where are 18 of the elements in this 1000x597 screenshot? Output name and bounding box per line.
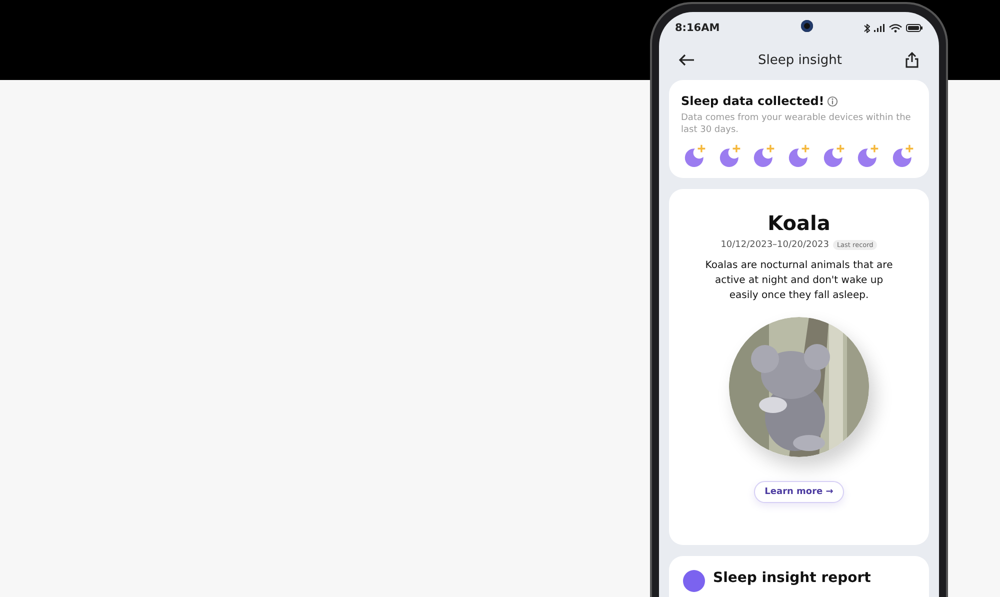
info-icon[interactable] — [827, 96, 838, 106]
signal-icon — [874, 24, 885, 32]
wifi-icon — [889, 24, 902, 32]
card-title: Sleep data collected! — [681, 94, 824, 108]
bluetooth-icon — [864, 24, 870, 32]
animal-description: Koalas are nocturnal animals that are active at night and don't wake up easily once they fall asleep. — [704, 259, 894, 304]
status-time: 8:16AM — [675, 22, 720, 34]
back-icon[interactable] — [679, 54, 695, 66]
date-range: 10/12/2023–10/20/2023 — [720, 240, 829, 250]
report-icon — [683, 570, 705, 592]
camera-icon — [801, 20, 813, 32]
share-icon[interactable] — [904, 52, 919, 68]
card-description: Data comes from your wearable devices within the last 30 days. — [681, 112, 912, 136]
animal-name: Koala — [768, 211, 830, 236]
battery-icon — [906, 24, 923, 32]
learn-more-button[interactable]: Learn more → — [754, 481, 844, 504]
page-title: Sleep insight — [758, 52, 842, 68]
report-title: Sleep insight report — [713, 570, 871, 586]
